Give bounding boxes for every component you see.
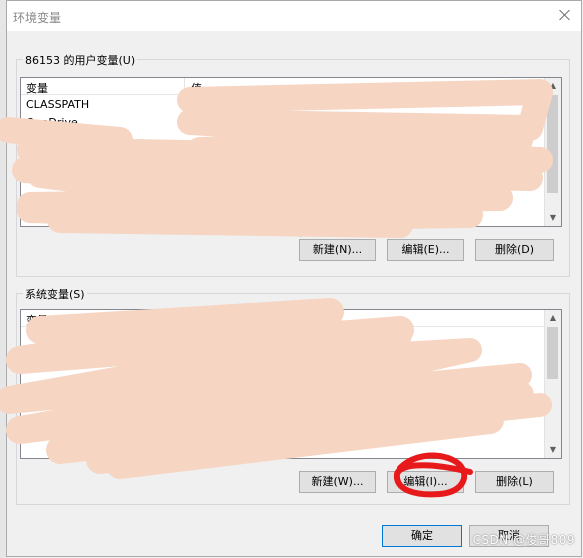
- dialog-title: 环境变量: [13, 11, 62, 25]
- scroll-up-icon[interactable]: ▲: [545, 78, 561, 94]
- environment-variables-dialog: 环境变量 86153 的用户变量(U) 变量 值 CLASSPATH OneDr…: [6, 0, 582, 557]
- system-variables-list[interactable]: 变量 值 ▲ ▼: [20, 309, 562, 459]
- user-variables-list[interactable]: 变量 值 CLASSPATH OneDrive ▲ ▼: [20, 77, 562, 227]
- user-edit-button[interactable]: 编辑(E)...: [387, 239, 464, 261]
- system-list-scrollbar[interactable]: ▲ ▼: [544, 310, 561, 458]
- scroll-thumb[interactable]: [547, 327, 558, 379]
- csdn-watermark: CSDN @俊哥809: [472, 533, 575, 547]
- variable-name: OneDrive: [26, 116, 78, 129]
- column-divider[interactable]: [184, 78, 185, 94]
- list-item[interactable]: CLASSPATH: [21, 96, 544, 113]
- system-variables-label: 系统变量(S): [23, 286, 87, 302]
- ok-button[interactable]: 确定: [382, 525, 462, 547]
- list-header: 变量 值: [21, 310, 544, 327]
- close-icon[interactable]: [557, 7, 573, 23]
- column-header-value[interactable]: 值: [191, 312, 202, 328]
- system-delete-button[interactable]: 删除(L): [475, 471, 554, 493]
- user-new-button[interactable]: 新建(N)...: [299, 239, 376, 261]
- list-item[interactable]: OneDrive: [21, 114, 544, 131]
- column-divider[interactable]: [184, 310, 185, 326]
- scroll-down-icon[interactable]: ▼: [545, 210, 561, 226]
- scroll-down-icon[interactable]: ▼: [545, 442, 561, 458]
- column-header-value[interactable]: 值: [191, 80, 202, 96]
- user-variables-label: 86153 的用户变量(U): [23, 52, 138, 68]
- variable-name: CLASSPATH: [26, 98, 90, 111]
- system-edit-button[interactable]: 编辑(I)...: [387, 471, 464, 493]
- title-bar: 环境变量: [7, 1, 581, 31]
- column-header-variable[interactable]: 变量: [26, 80, 48, 96]
- scroll-up-icon[interactable]: ▲: [545, 310, 561, 326]
- column-header-variable[interactable]: 变量: [26, 312, 48, 328]
- user-list-scrollbar[interactable]: ▲ ▼: [544, 78, 561, 226]
- user-delete-button[interactable]: 删除(D): [475, 239, 554, 261]
- scroll-thumb[interactable]: [547, 95, 558, 193]
- list-header: 变量 值: [21, 78, 544, 95]
- system-new-button[interactable]: 新建(W)...: [299, 471, 376, 493]
